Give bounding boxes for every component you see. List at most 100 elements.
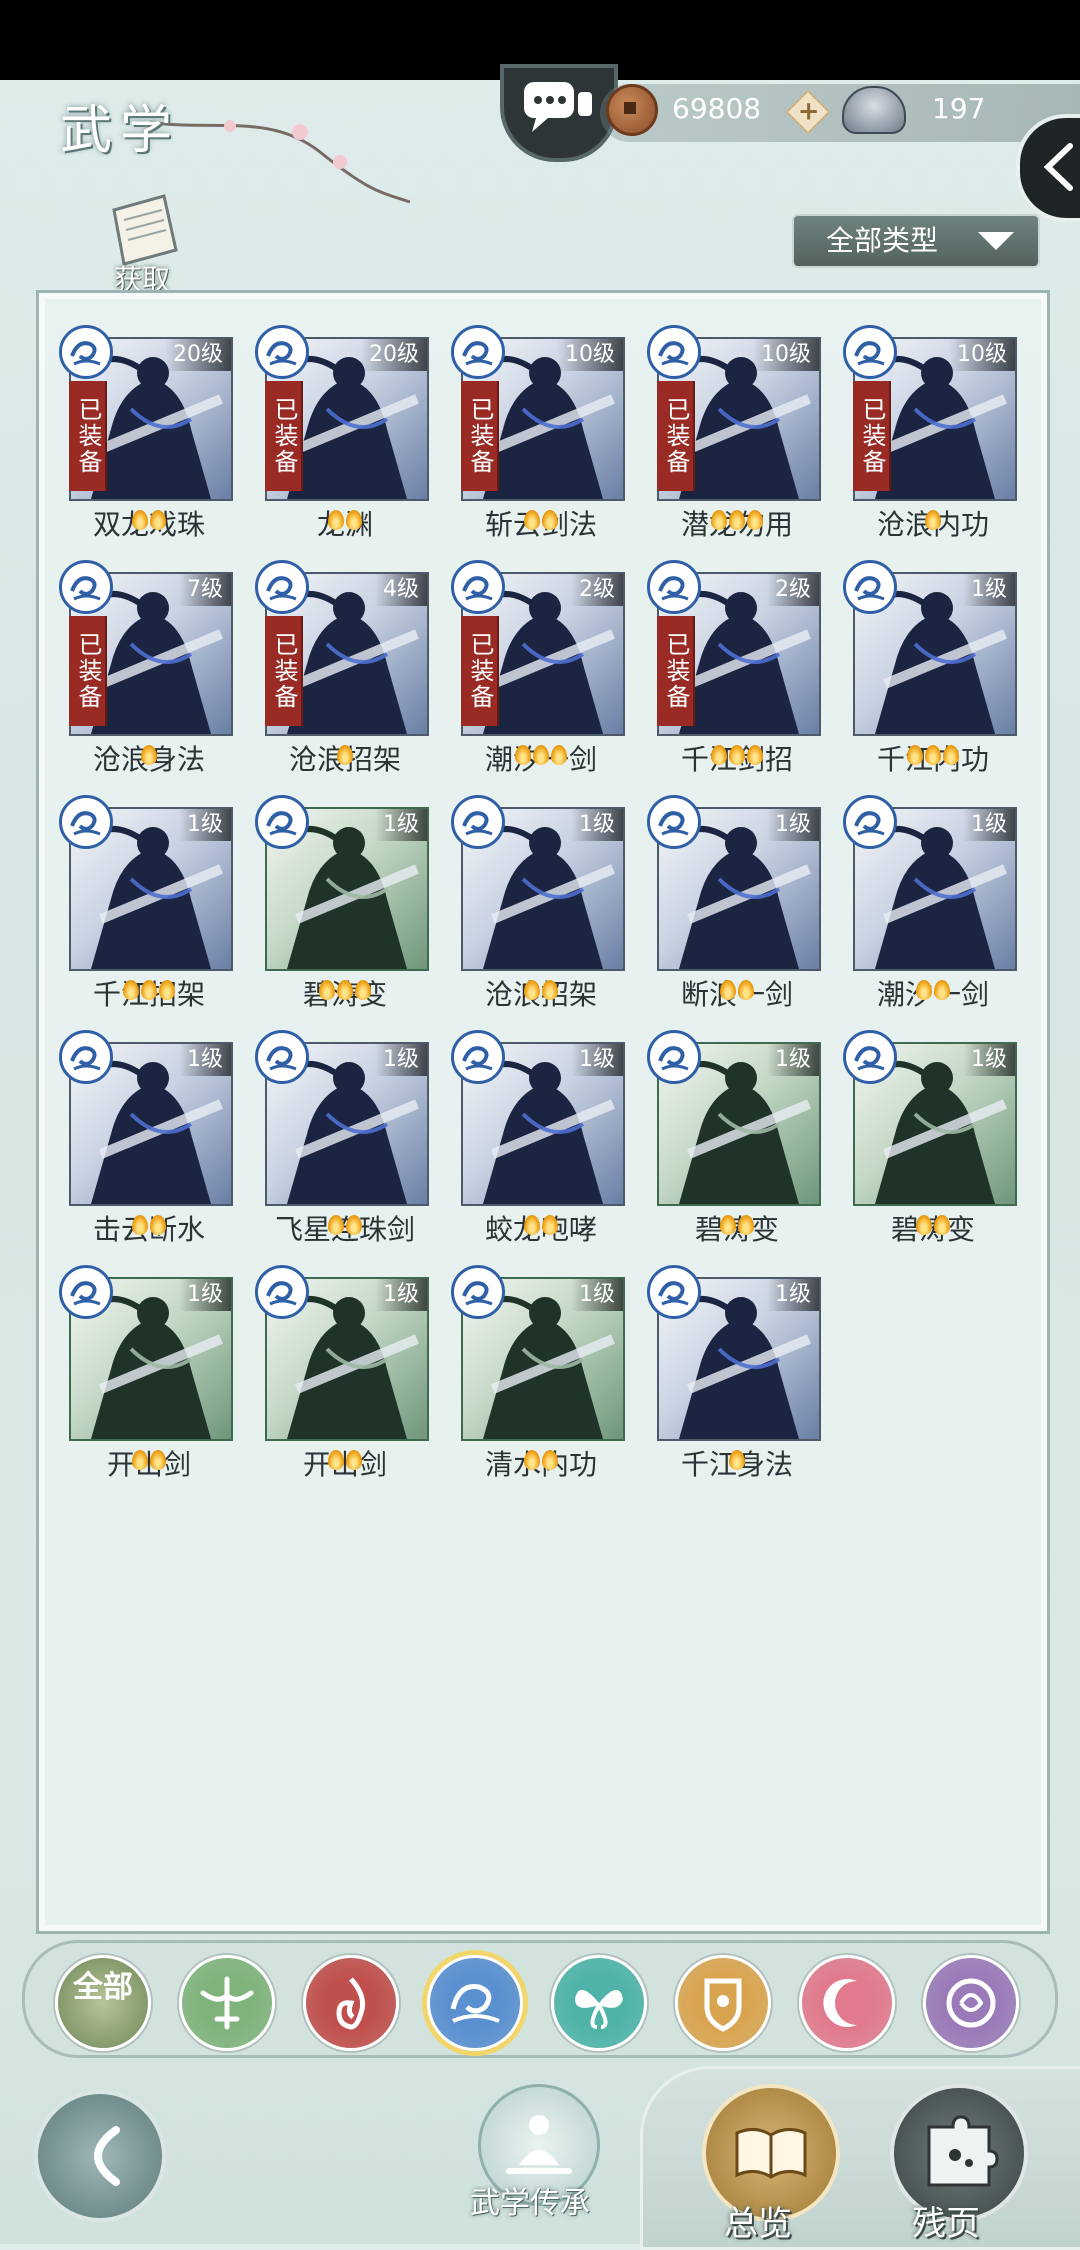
- fragments-tab-label[interactable]: 残页: [912, 2196, 980, 2245]
- skill-card[interactable]: 2级已装备千江剑招: [647, 560, 821, 776]
- sect-filter-bar: 全部: [22, 1940, 1058, 2058]
- silver-amount: 197: [932, 92, 986, 125]
- skill-level: 1级: [375, 1279, 427, 1311]
- plum-branch-decoration: [150, 120, 410, 204]
- martial-inheritance-label[interactable]: 武学传承: [470, 2178, 590, 2222]
- skill-level: 1级: [571, 1279, 623, 1311]
- flame-icon: [141, 980, 157, 1000]
- back-button[interactable]: [34, 2090, 166, 2222]
- grade-flames: [69, 980, 229, 1005]
- flame-icon: [907, 745, 923, 765]
- flame-icon: [916, 980, 932, 1000]
- flame-icon: [524, 1215, 540, 1235]
- sect-filter-shield-sect[interactable]: [675, 1955, 771, 2051]
- skill-card[interactable]: 7级已装备沧浪身法: [59, 560, 233, 776]
- flame-icon: [943, 745, 959, 765]
- flame-icon: [925, 510, 941, 530]
- flame-icon: [132, 510, 148, 530]
- skill-level: 2级: [571, 574, 623, 606]
- grade-flames: [69, 510, 229, 535]
- skill-card[interactable]: 20级 已装备 双龙戏珠: [59, 325, 233, 541]
- skill-card[interactable]: 1级 清水内功: [451, 1265, 625, 1481]
- sect-filter-butterfly-sect[interactable]: [551, 1955, 647, 2051]
- flame-icon: [542, 510, 558, 530]
- wave-sect-badge-icon: [255, 1265, 309, 1319]
- rose-sect-icon: [946, 1978, 996, 2028]
- skill-card[interactable]: 1级千江招架: [59, 795, 233, 1011]
- skill-card[interactable]: 1级 蛟龙咆哮: [451, 1030, 625, 1246]
- flame-icon: [738, 980, 754, 1000]
- wave-sect-badge-icon: [451, 560, 505, 614]
- skill-card[interactable]: 1级千江身法: [647, 1265, 821, 1481]
- wave-sect-badge-icon: [59, 325, 113, 379]
- flame-icon: [355, 980, 371, 1000]
- wave-sect-badge-icon: [255, 560, 309, 614]
- grade-flames: [853, 510, 1013, 535]
- flame-icon: [711, 510, 727, 530]
- flame-icon: [533, 745, 549, 765]
- wave-sect-badge-icon: [647, 1265, 701, 1319]
- sect-filter-wave-sect[interactable]: [427, 1955, 523, 2051]
- skill-card[interactable]: 10级已装备潜龙勿用: [647, 325, 821, 541]
- skill-card[interactable]: 1级 飞星连珠剑: [255, 1030, 429, 1246]
- flame-icon: [515, 745, 531, 765]
- skill-card[interactable]: 1级 沧浪招架: [451, 795, 625, 1011]
- skill-card[interactable]: 1级碧涛变: [255, 795, 429, 1011]
- sect-filter-flame-sect[interactable]: [303, 1955, 399, 2051]
- flame-icon: [524, 1450, 540, 1470]
- wave-sect-badge-icon: [843, 560, 897, 614]
- wave-sect-badge-icon: [451, 1030, 505, 1084]
- equipped-tag: 已装备: [461, 381, 499, 491]
- sect-filter-crescent-sect[interactable]: [799, 1955, 895, 2051]
- skill-card[interactable]: 1级 潮汐一剑: [843, 795, 1017, 1011]
- skill-card[interactable]: 1级千江内功: [843, 560, 1017, 776]
- sect-filter-sword-wings[interactable]: [179, 1955, 275, 2051]
- wave-sect-badge-icon: [59, 1265, 113, 1319]
- flame-icon: [934, 980, 950, 1000]
- sect-filter-all[interactable]: 全部: [55, 1955, 151, 2051]
- wave-sect-badge-icon: [255, 325, 309, 379]
- skill-level: 1级: [963, 574, 1015, 606]
- wave-sect-badge-icon: [451, 1265, 505, 1319]
- skill-card[interactable]: 2级已装备潮汐一剑: [451, 560, 625, 776]
- type-filter-dropdown[interactable]: 全部类型: [792, 214, 1040, 268]
- skill-card[interactable]: 10级已装备沧浪内功: [843, 325, 1017, 541]
- grade-flames: [657, 1215, 817, 1240]
- grade-flames: [853, 1215, 1013, 1240]
- skill-card[interactable]: 4级已装备沧浪招架: [255, 560, 429, 776]
- skill-card[interactable]: 1级 断浪一剑: [647, 795, 821, 1011]
- skill-level: 1级: [767, 1279, 819, 1311]
- skill-card[interactable]: 1级 击云断水: [59, 1030, 233, 1246]
- skill-level: 1级: [963, 1044, 1015, 1076]
- skill-card[interactable]: 1级 开山剑: [255, 1265, 429, 1481]
- skill-level: 10级: [949, 339, 1015, 371]
- grade-flames: [657, 980, 817, 1005]
- skill-level: 1级: [179, 1279, 231, 1311]
- flame-icon: [346, 510, 362, 530]
- flame-icon: [747, 510, 763, 530]
- skill-card[interactable]: 20级 已装备 龙渊: [255, 325, 429, 541]
- flame-icon: [337, 980, 353, 1000]
- flame-icon: [328, 1450, 344, 1470]
- flame-icon: [916, 1215, 932, 1235]
- flame-icon: [738, 1215, 754, 1235]
- equipped-tag: 已装备: [69, 616, 107, 726]
- wave-sect-badge-icon: [647, 795, 701, 849]
- overview-tab-label[interactable]: 总览: [724, 2196, 792, 2245]
- skill-card[interactable]: 10级 已装备 斩云剑法: [451, 325, 625, 541]
- sect-filter-rose-sect[interactable]: [923, 1955, 1019, 2051]
- wave-sect-badge-icon: [451, 325, 505, 379]
- flame-icon: [711, 745, 727, 765]
- flame-icon: [729, 1450, 745, 1470]
- flame-icon: [337, 745, 353, 765]
- skill-card[interactable]: 1级 开山剑: [59, 1265, 233, 1481]
- skill-card[interactable]: 1级碧涛变: [647, 1030, 821, 1246]
- grade-flames: [657, 510, 817, 535]
- wave-sect-badge-icon: [647, 560, 701, 614]
- skill-card[interactable]: 1级碧涛变: [843, 1030, 1017, 1246]
- flame-icon: [159, 980, 175, 1000]
- skill-level: 1级: [767, 809, 819, 841]
- flame-icon: [346, 1450, 362, 1470]
- skill-level: 1级: [179, 809, 231, 841]
- grade-flames: [69, 745, 229, 770]
